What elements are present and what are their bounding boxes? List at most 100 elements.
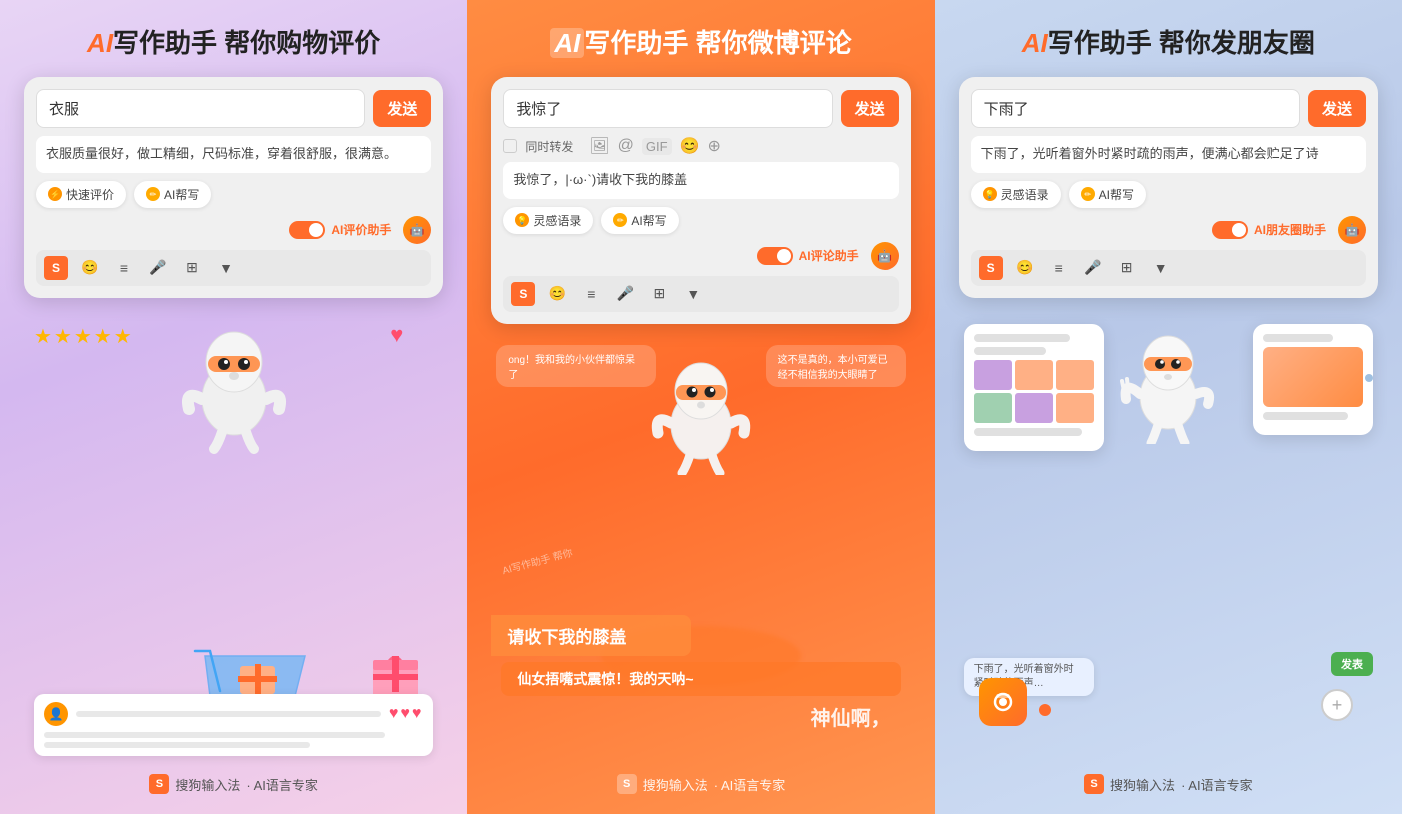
image-icon[interactable]: 🖼 xyxy=(589,136,609,156)
keyboard-mock-1: 衣服 发送 衣服质量很好，做工精细，尺码标准，穿着很舒服，很满意。 ⚡ 快速评价… xyxy=(24,77,443,298)
ai-toggle-3[interactable] xyxy=(1212,221,1248,239)
robot-character-2 xyxy=(646,355,756,475)
weibo-toolbar: 同时转发 🖼 @ GIF 😊 ⊕ xyxy=(503,136,898,156)
illustration-2: ong！我和我的小伙伴都惊呆了 这不是真的，本小可爱已经不相信我的大眼睛了 请收… xyxy=(491,340,910,766)
robot-avatar-3: 🤖 xyxy=(1338,216,1366,244)
ribbon-2: 仙女捂嘴式震惊！我的天呐~ xyxy=(501,662,900,696)
kb-toolbar-1: S 😊 ≡ 🎤 ⊞ ▼ xyxy=(36,250,431,286)
panel-moments: AI写作助手 帮你发朋友圈 下雨了 发送 下雨了，光听着窗外时紧时疏的雨声，便满… xyxy=(935,0,1402,814)
sogou-icon-1[interactable]: S xyxy=(44,256,68,280)
emoji-icon-2[interactable]: 😊 xyxy=(545,282,569,306)
quick-btns-1: ⚡ 快速评价 ✏ AI帮写 xyxy=(36,181,431,208)
card-cell-3 xyxy=(1056,360,1094,390)
mic-icon-1[interactable]: 🎤 xyxy=(146,256,170,280)
review-line-1 xyxy=(44,732,385,738)
quick-review-btn[interactable]: ⚡ 快速评价 xyxy=(36,181,126,208)
menu-icon-2[interactable]: ≡ xyxy=(579,282,603,306)
switch-row-2: AI评论助手 🤖 xyxy=(503,242,898,270)
ai-badge-1: AI xyxy=(87,28,113,58)
card-cell-2 xyxy=(1015,360,1053,390)
send-button-2[interactable]: 发送 xyxy=(841,90,899,127)
menu-icon-1[interactable]: ≡ xyxy=(112,256,136,280)
robot-avatar-2: 🤖 xyxy=(871,242,899,270)
chevron-down-icon-1[interactable]: ▼ xyxy=(214,256,238,280)
dot-decoration-1 xyxy=(1039,704,1051,716)
social-card-left xyxy=(964,324,1104,451)
emoji-weibo-icon[interactable]: 😊 xyxy=(680,136,700,156)
keyboard-mock-2: 我惊了 发送 同时转发 🖼 @ GIF 😊 ⊕ 我惊了，|·ω·`)请收下我的膝… xyxy=(491,77,910,324)
gif-icon[interactable]: GIF xyxy=(642,138,672,155)
input-row-3: 下雨了 发送 xyxy=(971,89,1366,128)
chat-bubble-1: ong！我和我的小伙伴都惊呆了 xyxy=(496,345,656,387)
panel2-footer: S 搜狗输入法 · AI语言专家 xyxy=(617,774,786,794)
simultrans-label: 同时转发 xyxy=(525,138,573,155)
mic-icon-2[interactable]: 🎤 xyxy=(613,282,637,306)
weibo-checkbox[interactable] xyxy=(503,139,517,153)
inspiration-btn[interactable]: 💡 灵感语录 xyxy=(503,207,593,234)
panel1-title: AI写作助手 帮你购物评价 xyxy=(87,28,380,59)
review-icon: ⚡ xyxy=(48,187,62,201)
card-cell-5 xyxy=(1015,393,1053,423)
panel1-footer: S 搜狗输入法 · AI语言专家 xyxy=(149,774,318,794)
grid-icon-3[interactable]: ⊞ xyxy=(1115,256,1139,280)
ai-write-icon-3: ✏ xyxy=(1081,187,1095,201)
at-icon[interactable]: @ xyxy=(618,137,634,155)
sogou-icon-2[interactable]: S xyxy=(511,282,535,306)
chevron-down-icon-2[interactable]: ▼ xyxy=(681,282,705,306)
emoji-icon-1[interactable]: 😊 xyxy=(78,256,102,280)
inspiration-icon-3: 💡 xyxy=(983,187,997,201)
ribbon-1: 请收下我的膝盖 xyxy=(491,615,691,656)
output-text-1: 衣服质量很好，做工精细，尺码标准，穿着很舒服，很满意。 xyxy=(36,136,431,173)
inspiration-btn-3[interactable]: 💡 灵感语录 xyxy=(971,181,1061,208)
illustration-1: ★★★★★ ♥ xyxy=(24,314,443,766)
add-content-button[interactable]: + xyxy=(1321,689,1353,721)
panel-shopping: AI写作助手 帮你购物评价 衣服 发送 衣服质量很好，做工精细，尺码标准，穿着很… xyxy=(0,0,467,814)
ai-badge-2: AI xyxy=(550,28,584,58)
mic-icon-3[interactable]: 🎤 xyxy=(1081,256,1105,280)
send-button-3[interactable]: 发送 xyxy=(1308,90,1366,127)
sogou-logo-2: S xyxy=(617,774,637,794)
card-cell-1 xyxy=(974,360,1012,390)
camera-app-icon xyxy=(979,678,1027,726)
panel3-title: AI写作助手 帮你发朋友圈 xyxy=(1022,28,1315,59)
search-input-3[interactable]: 下雨了 xyxy=(971,89,1300,128)
panel2-title: AI写作助手 帮你微博评论 xyxy=(550,28,851,59)
search-input-2[interactable]: 我惊了 xyxy=(503,89,832,128)
kb-toolbar-2: S 😊 ≡ 🎤 ⊞ ▼ xyxy=(503,276,898,312)
post-button[interactable]: 发表 xyxy=(1331,652,1373,676)
ai-write-icon-1: ✏ xyxy=(146,187,160,201)
ai-toggle-1[interactable] xyxy=(289,221,325,239)
card-cell-6 xyxy=(1056,393,1094,423)
ai-badge-3: AI xyxy=(1022,28,1048,58)
card-image-large xyxy=(1263,347,1363,407)
sogou-logo-1: S xyxy=(149,774,169,794)
ai-write-btn-1[interactable]: ✏ AI帮写 xyxy=(134,181,211,208)
send-button-1[interactable]: 发送 xyxy=(373,90,431,127)
plus-weibo-icon[interactable]: ⊕ xyxy=(708,136,721,156)
switch-label-1: AI评价助手 xyxy=(331,221,391,238)
user-name-bar xyxy=(76,711,381,717)
grid-icon-2[interactable]: ⊞ xyxy=(647,282,671,306)
search-input-1[interactable]: 衣服 xyxy=(36,89,365,128)
robot-avatar-1: 🤖 xyxy=(403,216,431,244)
card-grid xyxy=(974,360,1094,423)
quick-btns-3: 💡 灵感语录 ✏ AI帮写 xyxy=(971,181,1366,208)
ai-write-icon-2: ✏ xyxy=(613,213,627,227)
ai-toggle-2[interactable] xyxy=(757,247,793,265)
grid-icon-1[interactable]: ⊞ xyxy=(180,256,204,280)
ai-write-btn-2[interactable]: ✏ AI帮写 xyxy=(601,207,678,234)
stars-1: ★★★★★ xyxy=(34,324,134,349)
chevron-down-icon-3[interactable]: ▼ xyxy=(1149,256,1173,280)
emoji-icon-3[interactable]: 😊 xyxy=(1013,256,1037,280)
menu-icon-3[interactable]: ≡ xyxy=(1047,256,1071,280)
chat-bubble-2: 这不是真的，本小可爱已经不相信我的大眼睛了 xyxy=(766,345,906,387)
switch-label-2: AI评论助手 xyxy=(799,247,859,264)
output-text-3: 下雨了，光听着窗外时紧时疏的雨声，便满心都会贮足了诗 xyxy=(971,136,1366,173)
output-text-2: 我惊了，|·ω·`)请收下我的膝盖 xyxy=(503,162,898,199)
switch-row-3: AI朋友圈助手 🤖 xyxy=(971,216,1366,244)
switch-row-1: AI评价助手 🤖 xyxy=(36,216,431,244)
sogou-icon-3[interactable]: S xyxy=(979,256,1003,280)
sogou-logo-3: S xyxy=(1084,774,1104,794)
review-card-1: 👤 ♥♥♥ xyxy=(34,694,433,756)
ai-write-btn-3[interactable]: ✏ AI帮写 xyxy=(1069,181,1146,208)
